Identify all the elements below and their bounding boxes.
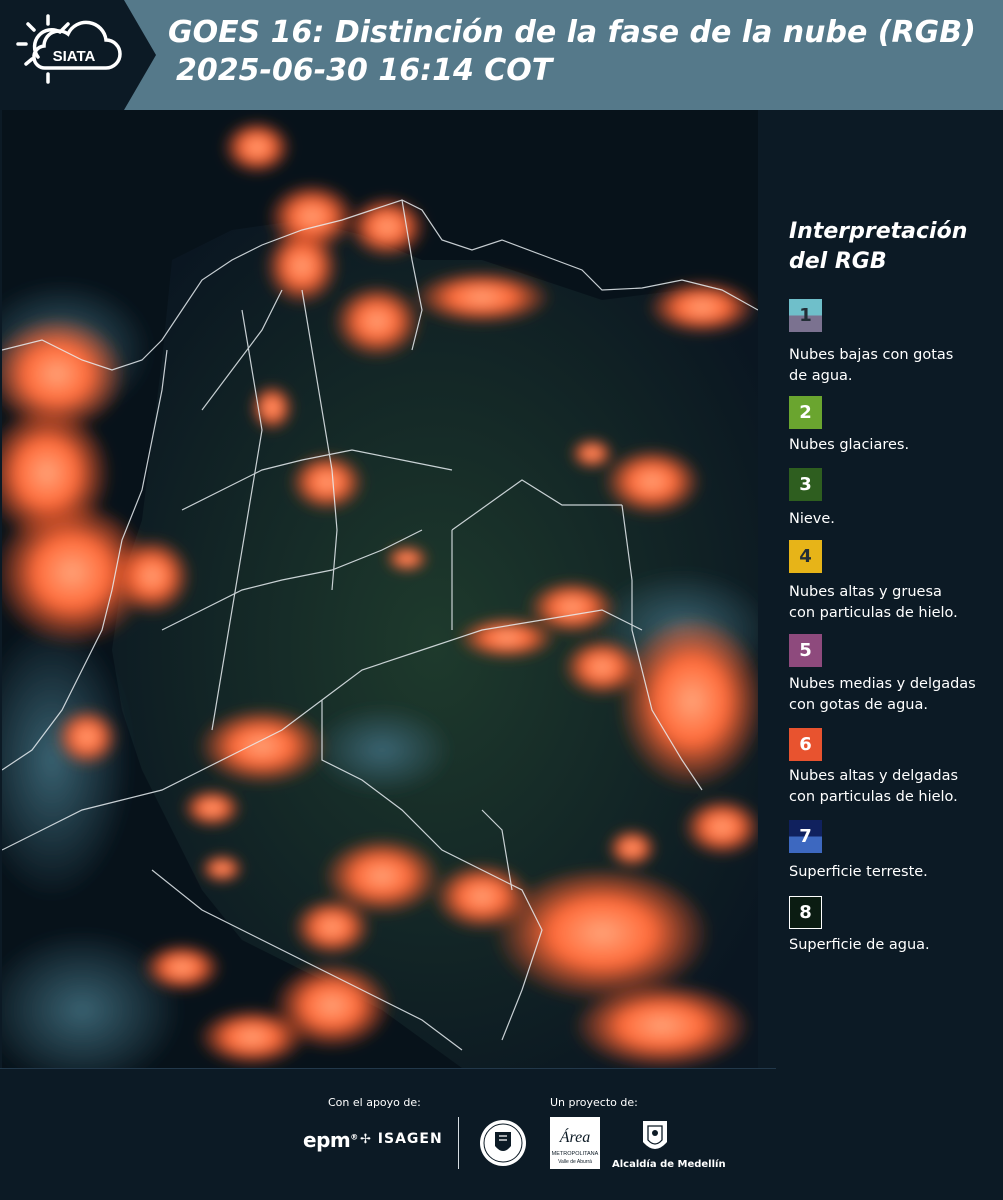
medellin-seal-icon[interactable]	[478, 1118, 528, 1168]
legend-label-3: Nieve.	[789, 509, 994, 530]
legend-swatch-number: 2	[799, 402, 812, 423]
legend-label-line: Superficie de agua.	[789, 937, 930, 953]
legend-label-line: Nubes bajas con gotas	[789, 347, 954, 363]
sun-cloud-icon: SIATA	[16, 14, 122, 84]
area-logo-text: Área	[559, 1127, 591, 1146]
legend-swatch-6: 6	[789, 728, 822, 761]
legend-label-2: Nubes glaciares.	[789, 435, 994, 456]
legend-label-line: Nubes altas y delgadas	[789, 768, 959, 784]
legend-label-6: Nubes altas y delgadas con particulas de…	[789, 766, 994, 808]
siata-logo[interactable]: SIATA	[0, 0, 156, 110]
epm-logo-text: epm	[303, 1128, 351, 1152]
area-logo-subtext2: Valle de Aburrá	[558, 1159, 592, 1165]
legend-swatch-number: 4	[799, 546, 812, 567]
area-logo-subtext: METROPOLITANA	[552, 1151, 599, 1157]
satellite-map[interactable]	[2, 110, 758, 1068]
legend-label-5: Nubes medias y delgadas con gotas de agu…	[789, 674, 994, 716]
legend-label-8: Superficie de agua.	[789, 935, 994, 956]
legend-swatch-4: 4	[789, 540, 822, 573]
isagen-icon: ✢	[360, 1132, 372, 1147]
legend-label-line: con gotas de agua.	[789, 697, 928, 713]
legend-swatch-5: 5	[789, 634, 822, 667]
footer-divider-line	[0, 1068, 776, 1069]
legend-label-4: Nubes altas y gruesa con particulas de h…	[789, 582, 994, 624]
legend-swatch-3: 3	[789, 468, 822, 501]
siata-logo-text: SIATA	[53, 48, 96, 65]
legend-label-line: de agua.	[789, 368, 853, 384]
isagen-logo[interactable]: ✢ ISAGEN	[360, 1131, 443, 1147]
legend-title: Interpretación del RGB	[789, 217, 989, 277]
alcaldia-shield-icon[interactable]	[640, 1118, 670, 1156]
legend-label-line: Nubes medias y delgadas	[789, 676, 976, 692]
legend-label-line: Nubes altas y gruesa	[789, 584, 942, 600]
satellite-map-image	[2, 110, 758, 1068]
legend-swatch-7: 7	[789, 820, 822, 853]
legend-label-line: Superficie terreste.	[789, 864, 928, 880]
legend-swatch-number: 6	[799, 734, 812, 755]
legend-swatch-2: 2	[789, 396, 822, 429]
isagen-logo-text: ISAGEN	[377, 1131, 443, 1147]
legend-swatch-number: 3	[799, 474, 812, 495]
legend-title-line2: del RGB	[789, 249, 887, 274]
legend-label-line: Nubes glaciares.	[789, 437, 910, 453]
page-timestamp: 2025-06-30 16:14 COT	[176, 53, 553, 88]
footer-separator	[458, 1117, 459, 1169]
project-label: Un proyecto de:	[550, 1096, 638, 1109]
support-label: Con el apoyo de:	[328, 1096, 421, 1109]
legend-title-line1: Interpretación	[789, 219, 968, 244]
legend-label-line: Nieve.	[789, 511, 835, 527]
legend-swatch-1: 1	[789, 299, 822, 332]
legend-label-1: Nubes bajas con gotas de agua.	[789, 345, 994, 387]
legend-swatch-8: 8	[789, 896, 822, 929]
page-title: GOES 16: Distinción de la fase de la nub…	[168, 15, 976, 50]
epm-logo[interactable]: epm®	[303, 1128, 358, 1152]
legend-label-line: con particulas de hielo.	[789, 605, 958, 621]
legend-swatch-number: 5	[799, 640, 812, 661]
area-metropolitana-logo[interactable]: Área METROPOLITANA Valle de Aburrá	[550, 1117, 600, 1169]
legend-swatch-number: 1	[799, 305, 812, 326]
legend-swatch-number: 7	[799, 826, 812, 847]
legend-label-line: con particulas de hielo.	[789, 789, 958, 805]
header-banner: SIATA GOES 16: Distinción de la fase de …	[0, 0, 1003, 110]
alcaldia-label: Alcaldía de Medellín	[612, 1159, 726, 1170]
legend-swatch-number: 8	[799, 902, 812, 923]
legend-label-7: Superficie terreste.	[789, 862, 994, 883]
